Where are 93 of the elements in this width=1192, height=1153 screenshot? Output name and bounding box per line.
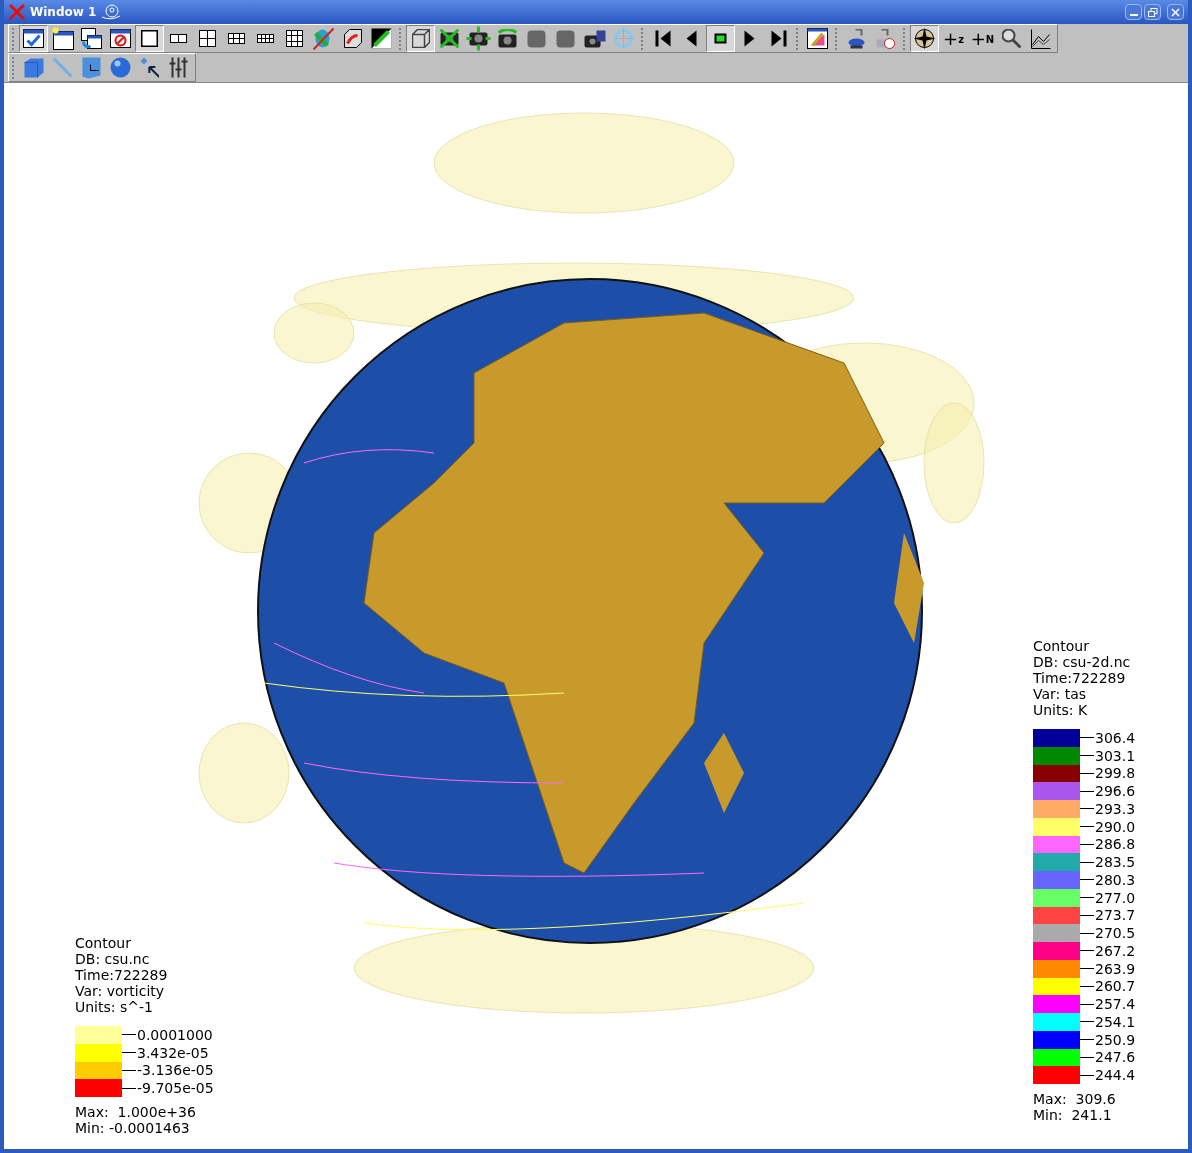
step-back-icon: [654, 30, 671, 47]
legend-value: 283.5: [1095, 854, 1136, 871]
close-button[interactable]: [1167, 4, 1184, 20]
legend-value: 254.1: [1095, 1013, 1136, 1030]
toolbar-button[interactable]: +z: [939, 25, 968, 52]
legend-value: 244.4: [1095, 1067, 1136, 1084]
legend-value: -3.136e-05: [137, 1062, 214, 1079]
toolbar-button[interactable]: [406, 25, 435, 52]
sphere-icon: [110, 57, 131, 78]
legend-text: Min: 241.1: [1033, 1107, 1113, 1123]
legend-value: 3.432e-05: [137, 1044, 209, 1061]
step-forward-icon: [770, 30, 787, 47]
legend-text: Units: s^-1: [75, 999, 154, 1015]
four-pane-icon: [199, 30, 216, 47]
legend-value: 277.0: [1095, 889, 1136, 906]
legend-text: Min: -0.0001463: [75, 1120, 191, 1136]
legend-value: 273.7: [1095, 907, 1136, 924]
legend-value: 306.4: [1095, 729, 1136, 746]
reverse-play-icon: [686, 30, 697, 47]
cube-icon: [411, 29, 430, 48]
legend-value: 299.8: [1095, 765, 1136, 782]
legend-value: 263.9: [1095, 960, 1136, 977]
toolbar-button[interactable]: +N: [968, 25, 997, 52]
crosshair-icon: [613, 28, 634, 49]
legend-text: Units: K: [1033, 702, 1089, 718]
two-pane-icon: [170, 34, 187, 43]
legend-value: 247.6: [1095, 1049, 1136, 1066]
box-icon: [23, 57, 44, 78]
minimize-icon: [1129, 14, 1138, 16]
legend-text: Contour: [75, 935, 132, 951]
restore-icon: [1147, 7, 1158, 17]
nine-pane-icon: [286, 30, 303, 47]
camera-cross-icon: [440, 29, 459, 48]
restore-button[interactable]: [1144, 4, 1161, 20]
legend-value: 293.3: [1095, 800, 1136, 817]
single-pane-icon: [141, 30, 158, 47]
line-chart-icon: [1030, 28, 1051, 49]
legend-value: 303.1: [1095, 747, 1136, 764]
legend-value: 250.9: [1095, 1031, 1136, 1048]
play-icon: [744, 30, 755, 47]
six-pane-icon: [228, 33, 245, 44]
legend-text: Contour: [1033, 638, 1090, 654]
legend-text: Max: 309.6: [1033, 1091, 1117, 1107]
camera-disk-icon: [583, 29, 606, 48]
legend-value: 286.8: [1095, 836, 1136, 853]
x-logo-icon: [8, 4, 26, 20]
camera-arrows-icon: [466, 26, 491, 51]
window-copy-icon: [81, 28, 102, 49]
eight-pane-icon: [257, 34, 274, 43]
paint-window-icon: [807, 28, 828, 49]
legend-value: -9.705e-05: [137, 1080, 214, 1097]
sliders-icon: [169, 57, 188, 78]
legend-text: Time:722289: [1033, 670, 1127, 686]
diagonal-arrow-icon: [371, 28, 392, 49]
new-window-icon: [51, 27, 74, 50]
crossed-cylinder-icon: [313, 27, 334, 50]
toolbar-button[interactable]: [910, 25, 939, 52]
legend-value: 296.6: [1095, 783, 1136, 800]
legend-text: Time:722289: [75, 967, 169, 983]
legend-value: 267.2: [1095, 942, 1136, 959]
legend-text: DB: csu.nc: [75, 951, 151, 967]
legend-value: 257.4: [1095, 996, 1136, 1013]
minimize-button[interactable]: [1125, 4, 1142, 20]
toolbar-button[interactable]: [135, 25, 164, 52]
lamp-icon: [848, 28, 865, 49]
toolbar-button[interactable]: [464, 25, 493, 52]
compass-icon: [913, 27, 936, 50]
line-icon: [53, 58, 72, 77]
pointer-icon: [139, 57, 160, 78]
toolbar-button[interactable]: [19, 25, 48, 52]
legend-value: 280.3: [1095, 871, 1136, 888]
stop-icon: [714, 33, 727, 44]
swirl-icon: [100, 3, 123, 21]
camera-rotate-icon: [498, 29, 517, 48]
legend-value: 260.7: [1095, 978, 1136, 995]
legend-value: 290.0: [1095, 818, 1136, 835]
lamp-clock-icon: [876, 28, 895, 49]
search-icon: [1002, 29, 1021, 48]
close-icon: [1171, 7, 1180, 17]
legend-text: Max: 1.000e+36: [75, 1104, 197, 1120]
legend-text: Var: tas: [1033, 686, 1088, 702]
toolbar-button[interactable]: [706, 25, 735, 52]
legend-value: 270.5: [1095, 925, 1136, 942]
cube-arrow-icon: [343, 29, 362, 48]
window-check-icon: [23, 29, 44, 48]
rounded-square-icon: [556, 29, 575, 48]
window-title: Window 1: [30, 4, 97, 21]
plane-icon: [82, 56, 101, 79]
rounded-square-icon: [527, 29, 546, 48]
legend-text: DB: csu-2d.nc: [1033, 654, 1132, 670]
window-delete-icon: [110, 29, 131, 48]
legend-value: 0.0001000: [137, 1026, 213, 1043]
legend-text: Var: vorticity: [75, 983, 166, 999]
